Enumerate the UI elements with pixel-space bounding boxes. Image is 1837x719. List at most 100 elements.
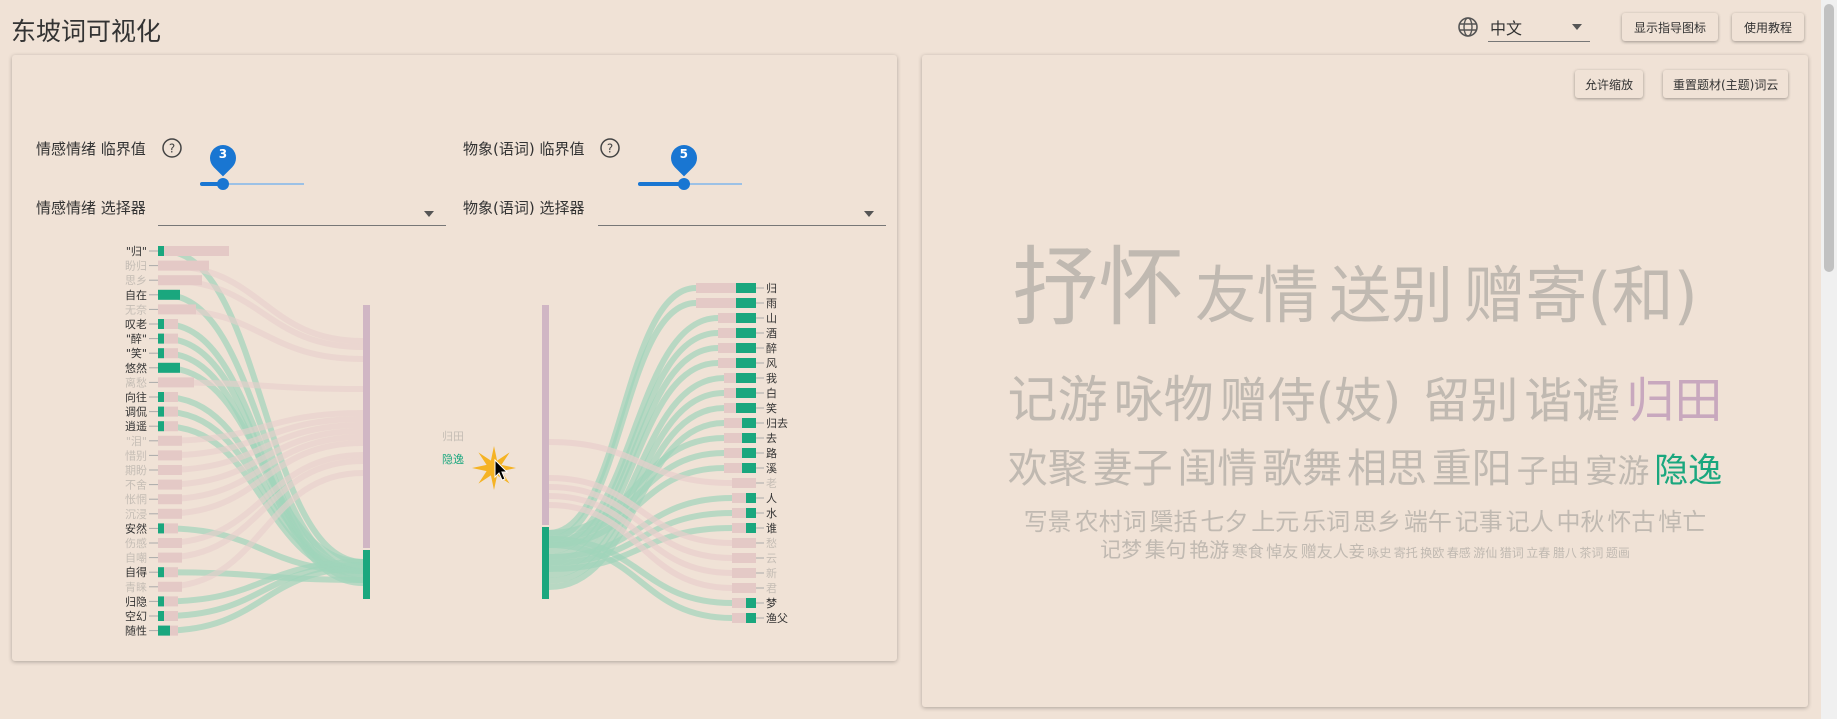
cloud-word[interactable]: 寒食: [1232, 542, 1264, 561]
emotion-label[interactable]: "醉": [126, 332, 147, 346]
show-guide-button[interactable]: 显示指导图标: [1621, 13, 1718, 41]
cloud-word[interactable]: 茶词: [1579, 545, 1603, 560]
cloud-word[interactable]: 重阳: [1432, 446, 1512, 492]
cloud-word[interactable]: 立春: [1526, 545, 1550, 560]
page-scrollbar[interactable]: [1821, 0, 1837, 719]
emotion-label[interactable]: 青睐: [125, 581, 147, 594]
imagery-label[interactable]: 归: [766, 281, 777, 295]
cloud-word[interactable]: 悼亡: [1658, 508, 1706, 536]
imagery-label[interactable]: 我: [766, 372, 777, 385]
cloud-word[interactable]: 隐逸: [1654, 451, 1722, 491]
cloud-word[interactable]: 相思: [1347, 446, 1427, 492]
emotion-label[interactable]: "笑": [126, 346, 147, 360]
emotion-label[interactable]: 期盼: [125, 464, 147, 477]
tutorial-button[interactable]: 使用教程: [1731, 13, 1804, 41]
emotion-label[interactable]: 无奈: [125, 302, 147, 316]
cloud-word[interactable]: 乐词: [1302, 508, 1350, 536]
emotion-label[interactable]: "泪": [126, 435, 147, 448]
cloud-word[interactable]: 猎词: [1500, 546, 1524, 560]
imagery-label[interactable]: 渔父: [766, 612, 788, 625]
imagery-label[interactable]: 人: [766, 492, 777, 505]
emotion-label[interactable]: 悠然: [125, 361, 147, 375]
cloud-word[interactable]: 七夕: [1200, 508, 1248, 536]
theme-label[interactable]: 隐逸: [442, 453, 464, 466]
globe-icon[interactable]: [1456, 15, 1480, 39]
cloud-word[interactable]: 端午: [1404, 508, 1452, 536]
imagery-label[interactable]: 去: [766, 432, 777, 445]
imagery-label[interactable]: 白: [766, 386, 777, 400]
imagery-label[interactable]: 山: [766, 312, 777, 325]
imagery-label[interactable]: 君: [766, 582, 777, 595]
emotion-label[interactable]: 自嘲: [125, 552, 147, 565]
cloud-word[interactable]: 农村词: [1075, 508, 1147, 536]
cloud-word[interactable]: 集句: [1145, 538, 1187, 562]
cloud-word[interactable]: 闺情: [1177, 446, 1257, 492]
cloud-word[interactable]: 檃括: [1150, 508, 1198, 536]
cloud-word[interactable]: 赠友人妾: [1301, 542, 1365, 561]
cloud-word[interactable]: 记游: [1008, 371, 1108, 429]
imagery-label[interactable]: 路: [766, 447, 777, 460]
cloud-word[interactable]: 春感: [1447, 545, 1471, 560]
emotion-label[interactable]: 惜别: [125, 448, 147, 462]
emotion-label[interactable]: 不舍: [125, 478, 147, 492]
imagery-label[interactable]: 愁: [766, 537, 777, 550]
cloud-word[interactable]: 思乡: [1353, 508, 1401, 536]
emotion-label[interactable]: 自在: [125, 289, 147, 302]
imagery-label[interactable]: 酒: [766, 327, 777, 340]
cloud-word[interactable]: 题画: [1606, 546, 1630, 560]
cloud-word[interactable]: 谐谑: [1524, 373, 1620, 429]
emotion-label[interactable]: 随性: [125, 624, 147, 638]
emotion-label[interactable]: 空幻: [125, 609, 147, 623]
emotion-label[interactable]: 盼归: [125, 259, 147, 273]
cloud-word[interactable]: 艳游: [1189, 538, 1229, 562]
emotion-label[interactable]: 调侃: [125, 406, 147, 419]
emotion-label[interactable]: 向往: [125, 390, 147, 404]
emotion-label[interactable]: 安然: [125, 521, 147, 535]
emotion-label[interactable]: 自得: [125, 566, 147, 579]
cloud-word[interactable]: 记梦: [1100, 538, 1142, 562]
cloud-word[interactable]: 记事: [1455, 508, 1503, 536]
cloud-word[interactable]: 赠侍(妓): [1220, 373, 1401, 429]
cloud-word[interactable]: 抒怀: [1012, 238, 1184, 338]
cloud-word[interactable]: 宴游: [1585, 452, 1649, 490]
cloud-word[interactable]: 怀古: [1607, 508, 1655, 536]
cloud-word[interactable]: 归田: [1626, 373, 1722, 429]
imagery-label[interactable]: 醉: [766, 341, 777, 355]
cloud-word[interactable]: 记人: [1506, 508, 1554, 536]
cloud-word[interactable]: 写景: [1024, 508, 1072, 536]
cloud-word[interactable]: 换欧: [1420, 546, 1444, 560]
scrollbar-thumb[interactable]: [1824, 4, 1834, 272]
imagery-label[interactable]: 谁: [766, 522, 777, 535]
imagery-label[interactable]: 风: [766, 357, 777, 370]
imagery-label[interactable]: 新: [766, 566, 777, 580]
cloud-word[interactable]: 欢聚: [1008, 446, 1088, 492]
theme-label[interactable]: 归田: [442, 429, 464, 443]
language-select[interactable]: 中文: [1487, 12, 1590, 42]
emotion-label[interactable]: 思乡: [125, 274, 147, 287]
emotion-label[interactable]: 叹老: [125, 318, 147, 331]
emotion-label[interactable]: 离愁: [125, 375, 147, 389]
emotion-label[interactable]: 归隐: [125, 594, 147, 608]
cloud-word[interactable]: 寄托: [1394, 545, 1418, 560]
imagery-label[interactable]: 归去: [766, 416, 788, 430]
cloud-word[interactable]: 悼友: [1266, 542, 1298, 561]
cloud-word[interactable]: 子由: [1517, 452, 1581, 490]
cloud-word[interactable]: 送别: [1329, 259, 1453, 332]
imagery-label[interactable]: 老: [766, 477, 777, 490]
cloud-word[interactable]: 歌舞: [1262, 446, 1342, 492]
imagery-label[interactable]: 水: [766, 507, 777, 520]
imagery-label[interactable]: 梦: [766, 597, 777, 610]
cloud-word[interactable]: 妻子: [1093, 446, 1173, 492]
cloud-word[interactable]: 咏物: [1114, 371, 1214, 429]
emotion-label[interactable]: 伤感: [125, 537, 147, 550]
cloud-word[interactable]: 游仙: [1473, 546, 1497, 560]
cloud-word[interactable]: 腊八: [1553, 546, 1577, 560]
cloud-word[interactable]: 上元: [1251, 508, 1299, 536]
cloud-word[interactable]: 留别: [1422, 373, 1518, 429]
emotion-label[interactable]: 怅惘: [125, 492, 147, 506]
cloud-word[interactable]: 友情: [1195, 259, 1319, 332]
imagery-label[interactable]: 云: [766, 552, 777, 565]
imagery-label[interactable]: 雨: [766, 297, 777, 310]
emotion-label[interactable]: "归": [126, 244, 147, 258]
cloud-word[interactable]: 中秋: [1557, 508, 1605, 536]
